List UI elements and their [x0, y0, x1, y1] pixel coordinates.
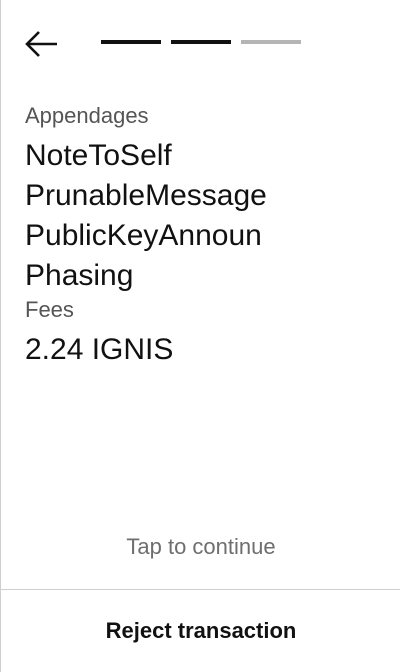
appendage-item: PublicKeyAnnoun: [25, 219, 262, 252]
reject-transaction-button[interactable]: Reject transaction: [1, 590, 400, 672]
appendage-item: NoteToSelf: [25, 139, 172, 172]
tap-to-continue-hint[interactable]: Tap to continue: [1, 532, 400, 562]
appendages-list: NoteToSelf PrunableMessage PublicKeyAnno…: [25, 136, 384, 296]
fees-label: Fees: [25, 297, 74, 322]
header: [1, 0, 400, 88]
appendages-label: Appendages: [25, 103, 149, 128]
appendage-item: Phasing: [25, 259, 134, 292]
back-button[interactable]: [23, 28, 59, 60]
fees-value: 2.24 IGNIS: [25, 333, 174, 366]
progress-step-1: [101, 40, 161, 44]
arrow-left-icon: [25, 31, 57, 57]
appendage-item: PrunableMessage: [25, 179, 267, 212]
progress-step-2: [171, 40, 231, 44]
progress-step-3: [241, 40, 301, 44]
progress-indicator: [101, 40, 301, 44]
transaction-details: Appendages NoteToSelf PrunableMessage Pu…: [25, 102, 384, 370]
